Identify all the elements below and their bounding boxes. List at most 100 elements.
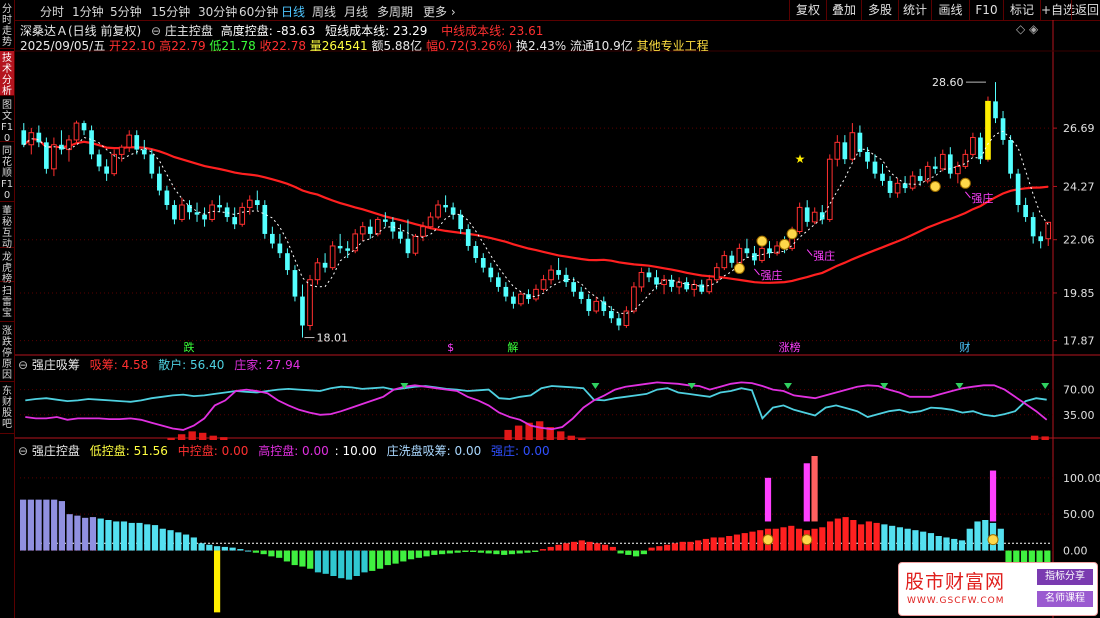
control-bar — [935, 536, 942, 551]
main-tick-label-1: 19.85 — [1063, 287, 1095, 300]
candle-body — [909, 175, 916, 189]
candle-body — [872, 161, 878, 174]
close: 收22.78 — [259, 39, 306, 53]
control-bar — [788, 525, 795, 551]
panel3-close-icon[interactable]: ⊖ — [18, 444, 28, 458]
main-tick-label-4: 26.69 — [1063, 122, 1095, 135]
control-bar — [415, 550, 422, 558]
candle-body — [985, 100, 991, 160]
candle-body — [540, 279, 547, 290]
control-bar — [671, 543, 678, 551]
control-bar — [369, 550, 376, 571]
candle-body — [533, 288, 539, 300]
turnover: 换2.43% — [516, 39, 567, 53]
candle-body — [202, 214, 207, 220]
date: 2025/09/05/五 — [20, 39, 106, 53]
candle-body — [322, 262, 328, 268]
mid-cost-ma-line — [23, 137, 1049, 284]
absorb-bar — [209, 435, 217, 440]
panel3-name[interactable]: 强庄控盘 — [32, 444, 80, 458]
expand-icon[interactable]: ◇ ◈ — [1016, 22, 1038, 36]
panel2-close-icon[interactable]: ⊖ — [18, 358, 28, 372]
absorb-bar — [188, 431, 196, 440]
low: 低21.78 — [209, 39, 256, 53]
control-bar — [733, 534, 741, 551]
signal-tag-1: $ — [447, 341, 454, 354]
candle-body — [435, 204, 441, 218]
control-bar — [299, 550, 306, 567]
control-bar — [951, 538, 958, 551]
control-bar — [563, 543, 570, 551]
panel3-high: 高控盘: 0.00 — [258, 444, 329, 458]
absorb-bar — [504, 429, 512, 440]
panel3-header: ⊖ 强庄控盘 低控盘: 51.56 中控盘: 0.00 高控盘: 0.00 : … — [18, 442, 550, 459]
control-bar — [213, 546, 221, 551]
control-bar — [632, 550, 640, 557]
watermark-tag-course[interactable]: 名师课程 — [1037, 591, 1093, 607]
strong-dealer-label-0: 强庄 — [760, 268, 782, 282]
panel2-header: ⊖ 强庄吸筹 吸筹: 4.58 散户: 56.40 庄家: 27.94 — [18, 356, 300, 373]
candle-body — [232, 217, 238, 225]
watermark-tag-share[interactable]: 指标分享 — [1037, 569, 1093, 585]
candle-body — [337, 245, 343, 249]
control-bar — [345, 550, 353, 580]
p3-tick-label-1: 50.00 — [1063, 508, 1095, 521]
candle-body — [496, 277, 501, 287]
candle-body — [947, 154, 953, 174]
info-icon[interactable]: ⊖ — [151, 24, 161, 38]
sector[interactable]: 其他专业工程 — [637, 39, 709, 53]
control-spike — [803, 463, 810, 522]
candle-body — [239, 206, 246, 225]
metric-short: 短线成本线: 23.29 — [325, 24, 428, 38]
high: 高22.79 — [159, 39, 206, 53]
absorb-bar — [1041, 436, 1049, 440]
candle-body — [917, 176, 923, 181]
open: 开22.10 — [109, 39, 156, 53]
candle-body — [458, 214, 464, 230]
control-bar — [58, 501, 66, 551]
main-tick-label-3: 24.27 — [1063, 180, 1095, 193]
control-bar — [175, 532, 182, 551]
control-bar — [578, 540, 585, 551]
control-bar — [392, 550, 399, 564]
candle-body — [224, 207, 230, 218]
candle-body — [367, 226, 373, 234]
candle-body — [352, 233, 359, 252]
candle-body — [194, 212, 200, 215]
control-bar — [570, 541, 578, 551]
control-bar — [920, 531, 927, 551]
watermark-logo: 股市财富网 — [905, 571, 1006, 593]
candle-body — [1030, 217, 1036, 237]
panel2-name[interactable]: 强庄吸筹 — [32, 358, 80, 372]
chart-area[interactable]: 35.00 70.00 100.00 50.00 0.00 17.87 19.85 22.… — [0, 0, 1100, 618]
control-bar — [601, 544, 609, 551]
control-bar — [283, 550, 291, 562]
candle-body — [420, 226, 426, 237]
absorb-bar — [557, 431, 565, 440]
control-bar — [780, 527, 787, 551]
candle-body — [329, 245, 336, 269]
candle-body — [571, 282, 576, 292]
control-bar — [113, 521, 120, 551]
absorb-bar — [177, 434, 186, 440]
signal-tag-3: 涨榜 — [779, 340, 801, 354]
control-bar — [664, 544, 671, 551]
strong-dealer-label-2: 强庄 — [971, 191, 993, 205]
control-bar — [617, 550, 624, 554]
candle-body — [300, 296, 305, 326]
candle-body — [887, 180, 893, 193]
candle-body — [172, 205, 177, 220]
control-bar — [656, 546, 663, 551]
panel3-low: 低控盘: 51.56 — [89, 444, 168, 458]
control-bar — [881, 524, 888, 551]
absorb-bar — [220, 437, 228, 440]
watermark-url: WWW.GSCFW.COM — [907, 596, 1005, 606]
candle-body — [834, 141, 841, 160]
indicator-name[interactable]: 庄主控盘 — [165, 24, 213, 38]
control-bar — [640, 550, 647, 555]
control-bar — [997, 528, 1004, 551]
control-bar — [400, 550, 407, 562]
control-bar — [555, 544, 562, 551]
candle-body — [111, 153, 117, 175]
candle-body — [654, 277, 659, 285]
